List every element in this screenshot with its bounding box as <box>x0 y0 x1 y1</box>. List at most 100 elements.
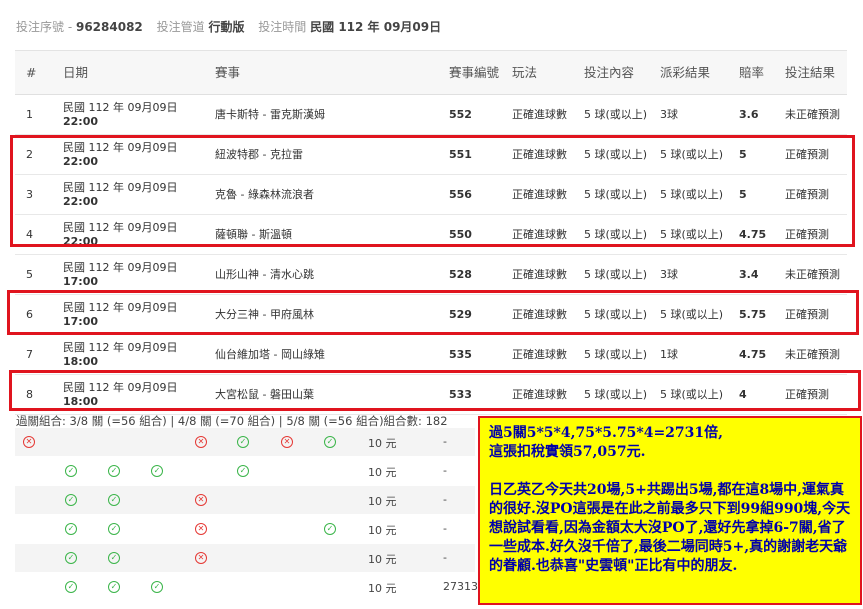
table-row: 8 民國 112 年 09月09日 18:00 大宮松鼠 - 磐田山葉 533 正確進球數… <box>15 375 847 415</box>
cross-circle-icon: ✕ <box>23 436 35 448</box>
row-bet-text: 5 球(或以上) <box>584 267 648 281</box>
row-match-text: 克魯 - 綠森林流浪者 <box>215 187 314 201</box>
row-payout: 5 球(或以上) <box>660 375 730 414</box>
row-play-text: 正確進球數 <box>512 107 567 121</box>
row-match-id: 533 <box>449 375 504 414</box>
row-bet-text: 5 球(或以上) <box>584 227 648 241</box>
combination-payout: - <box>443 435 447 448</box>
combination-stake: 10 元 <box>368 553 397 566</box>
check-circle-icon: ✓ <box>65 494 77 506</box>
table-row: 5 民國 112 年 09月09日 17:00 山形山神 - 清水心跳 528 正確進球數… <box>15 255 847 295</box>
row-match-id: 535 <box>449 335 504 374</box>
combination-stake: 10 元 <box>368 495 397 508</box>
combination-stake: 10 元 <box>368 582 397 595</box>
row-match-text: 大宮松鼠 - 磐田山葉 <box>215 387 314 401</box>
row-bet: 5 球(或以上) <box>584 175 650 214</box>
row-bet: 5 球(或以上) <box>584 335 650 374</box>
combination-row: ✓ ✓ ✓ 10 元 27313 <box>15 573 478 601</box>
row-index: 7 <box>26 335 56 374</box>
row-match: 克魯 - 綠森林流浪者 <box>215 175 440 214</box>
check-circle-icon: ✓ <box>108 552 120 564</box>
row-date: 民國 112 年 09月09日 22:00 <box>63 175 208 214</box>
channel-label: 投注管道 <box>156 20 205 34</box>
row-date-text: 民國 112 年 09月09日 <box>63 220 178 234</box>
row-match-id-text: 551 <box>449 147 472 161</box>
row-match-id: 556 <box>449 175 504 214</box>
row-match-id-text: 552 <box>449 107 472 121</box>
serial-label: 投注序號 <box>16 20 65 34</box>
row-play: 正確進球數 <box>512 375 572 414</box>
row-index-text: 7 <box>26 347 33 361</box>
row-match-id-text: 535 <box>449 347 472 361</box>
table-row: 7 民國 112 年 09月09日 18:00 仙台維加塔 - 岡山綠雉 535 正確進球… <box>15 335 847 375</box>
row-bet-text: 5 球(或以上) <box>584 347 648 361</box>
combination-payout: 27313 <box>443 580 478 593</box>
row-bet-text: 5 球(或以上) <box>584 147 648 161</box>
row-match-id-text: 529 <box>449 307 472 321</box>
table-row: 2 民國 112 年 09月09日 22:00 紐波特郡 - 克拉雷 551 正確進球數 5… <box>15 135 847 175</box>
row-match-id-text: 556 <box>449 187 472 201</box>
row-bet: 5 球(或以上) <box>584 375 650 414</box>
row-result-text: 正確預測 <box>785 227 829 241</box>
note-line-1: 過5關5*5*4,75*5.75*4=2731倍, <box>489 425 724 441</box>
row-result: 正確預測 <box>785 215 845 254</box>
row-time-text: 18:00 <box>63 394 99 408</box>
check-circle-icon: ✓ <box>65 552 77 564</box>
row-play-text: 正確進球數 <box>512 387 567 401</box>
row-odds: 4.75 <box>739 335 775 374</box>
row-payout: 5 球(或以上) <box>660 215 730 254</box>
row-odds: 5 <box>739 175 775 214</box>
col-header-date: 日期 <box>63 64 89 80</box>
row-odds-text: 4 <box>739 387 747 401</box>
note-line-2: 這張扣稅實領57,057元. <box>489 444 646 460</box>
row-date: 民國 112 年 09月09日 22:00 <box>63 95 208 134</box>
row-index-text: 4 <box>26 227 33 241</box>
bet-info-header: 投注序號 - 96284082 投注管道 行動版 投注時間 民國 112 年 0… <box>16 20 442 34</box>
row-time-text: 22:00 <box>63 194 99 208</box>
row-odds: 4.75 <box>739 215 775 254</box>
row-result: 正確預測 <box>785 135 845 174</box>
row-match-id-text: 550 <box>449 227 472 241</box>
combination-row: ✓ ✓ ✕ ✓ 10 元 - <box>15 515 475 543</box>
row-odds: 5.75 <box>739 295 775 334</box>
row-match-id: 551 <box>449 135 504 174</box>
check-circle-icon: ✓ <box>108 465 120 477</box>
row-play: 正確進球數 <box>512 215 572 254</box>
row-result: 正確預測 <box>785 175 845 214</box>
row-match-text: 山形山神 - 清水心跳 <box>215 267 314 281</box>
combination-stake: 10 元 <box>368 466 397 479</box>
row-result: 未正確預測 <box>785 335 845 374</box>
row-odds-text: 4.75 <box>739 347 767 361</box>
row-index-text: 5 <box>26 267 33 281</box>
row-result-text: 未正確預測 <box>785 267 840 281</box>
check-circle-icon: ✓ <box>65 523 77 535</box>
time-value: 民國 112 年 09月09日 <box>310 20 442 34</box>
time-label: 投注時間 <box>258 20 307 34</box>
combination-payout: - <box>443 551 447 564</box>
row-bet: 5 球(或以上) <box>584 95 650 134</box>
combination-summary: 過關組合: 3/8 關 (=56 組合) | 4/8 關 (=70 組合) | … <box>16 414 448 428</box>
row-index: 2 <box>26 135 56 174</box>
row-bet-text: 5 球(或以上) <box>584 187 648 201</box>
row-result-text: 未正確預測 <box>785 347 840 361</box>
row-match-text: 唐卡斯特 - 雷克斯漢姆 <box>215 107 325 121</box>
row-play: 正確進球數 <box>512 255 572 294</box>
row-date-text: 民國 112 年 09月09日 <box>63 380 178 394</box>
row-result: 未正確預測 <box>785 255 845 294</box>
row-play-text: 正確進球數 <box>512 267 567 281</box>
row-match-text: 大分三神 - 甲府風林 <box>215 307 314 321</box>
row-date: 民國 112 年 09月09日 22:00 <box>63 215 208 254</box>
row-match-text: 紐波特郡 - 克拉雷 <box>215 147 303 161</box>
row-play: 正確進球數 <box>512 335 572 374</box>
row-payout: 1球 <box>660 335 730 374</box>
row-payout: 3球 <box>660 255 730 294</box>
row-index-text: 2 <box>26 147 33 161</box>
check-circle-icon: ✓ <box>108 523 120 535</box>
row-odds: 3.6 <box>739 95 775 134</box>
col-header-payout: 派彩結果 <box>660 64 711 80</box>
row-odds-text: 5 <box>739 147 747 161</box>
row-odds-text: 3.6 <box>739 107 759 121</box>
row-payout-text: 5 球(或以上) <box>660 307 724 321</box>
row-payout: 5 球(或以上) <box>660 175 730 214</box>
table-header-row: # 日期 賽事 賽事編號 玩法 投注內容 派彩結果 賠率 投注結果 <box>15 51 847 95</box>
